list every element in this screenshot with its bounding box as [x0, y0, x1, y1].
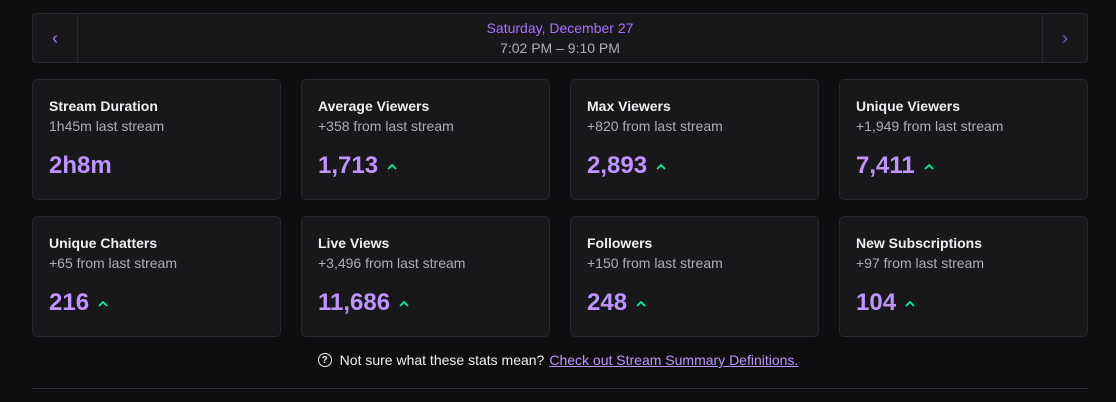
- stat-title: Followers: [587, 235, 653, 251]
- previous-stream-button[interactable]: ‹: [33, 14, 78, 62]
- stats-grid: Stream Duration 1h45m last stream 2h8m A…: [32, 79, 1088, 337]
- trend-up-icon: [398, 297, 410, 309]
- stat-title: Average Viewers: [318, 98, 430, 114]
- stat-card-max-viewers: Max Viewers +820 from last stream 2,893: [570, 79, 819, 200]
- stat-title: Stream Duration: [49, 98, 158, 114]
- stat-title: Unique Chatters: [49, 235, 158, 251]
- stat-comparison: +820 from last stream: [587, 118, 723, 134]
- chevron-right-icon: ›: [1062, 27, 1068, 48]
- stat-card-live-views: Live Views +3,496 from last stream 11,68…: [301, 216, 550, 337]
- stream-time: 7:02 PM – 9:10 PM: [500, 40, 620, 56]
- stat-card-followers: Followers +150 from last stream 248: [570, 216, 819, 337]
- stat-value: 7,411: [856, 152, 915, 179]
- date-navigator: ‹ Saturday, December 27 7:02 PM – 9:10 P…: [32, 13, 1088, 63]
- trend-up-icon: [923, 160, 935, 172]
- stat-comparison: +358 from last stream: [318, 118, 454, 134]
- stat-value: 2,893: [587, 152, 648, 179]
- stat-comparison: +150 from last stream: [587, 255, 723, 271]
- chevron-left-icon: ‹: [52, 27, 58, 48]
- stat-card-stream-duration: Stream Duration 1h45m last stream 2h8m: [32, 79, 281, 200]
- stat-comparison: +1,949 from last stream: [856, 118, 1004, 134]
- stat-title: New Subscriptions: [856, 235, 983, 251]
- stat-card-unique-viewers: Unique Viewers +1,949 from last stream 7…: [839, 79, 1088, 200]
- stats-help: ? Not sure what these stats mean? Check …: [0, 352, 1116, 368]
- trend-up-icon: [97, 297, 109, 309]
- stat-title: Max Viewers: [587, 98, 671, 114]
- stream-summary-definitions-link[interactable]: Check out Stream Summary Definitions.: [549, 352, 798, 368]
- stat-value: 11,686: [318, 289, 391, 316]
- stat-value: 216: [49, 289, 90, 316]
- stream-date-range: Saturday, December 27 7:02 PM – 9:10 PM: [78, 14, 1042, 62]
- stat-comparison: 1h45m last stream: [49, 118, 165, 134]
- stat-value: 2h8m: [49, 152, 112, 179]
- stream-date: Saturday, December 27: [486, 20, 634, 36]
- stat-comparison: +3,496 from last stream: [318, 255, 466, 271]
- help-text: Not sure what these stats mean?: [339, 352, 545, 368]
- stat-card-new-subscriptions: New Subscriptions +97 from last stream 1…: [839, 216, 1088, 337]
- stat-comparison: +97 from last stream: [856, 255, 984, 271]
- stat-value: 104: [856, 289, 897, 316]
- divider: [32, 388, 1088, 389]
- trend-up-icon: [904, 297, 916, 309]
- trend-up-icon: [386, 160, 398, 172]
- next-stream-button[interactable]: ›: [1042, 14, 1087, 62]
- stat-comparison: +65 from last stream: [49, 255, 177, 271]
- stat-card-unique-chatters: Unique Chatters +65 from last stream 216: [32, 216, 281, 337]
- stat-value: 1,713: [318, 152, 379, 179]
- question-circle-icon: ?: [317, 353, 332, 367]
- stat-card-average-viewers: Average Viewers +358 from last stream 1,…: [301, 79, 550, 200]
- trend-up-icon: [655, 160, 667, 172]
- stat-value: 248: [587, 289, 628, 316]
- stat-title: Live Views: [318, 235, 390, 251]
- trend-up-icon: [635, 297, 647, 309]
- stat-title: Unique Viewers: [856, 98, 961, 114]
